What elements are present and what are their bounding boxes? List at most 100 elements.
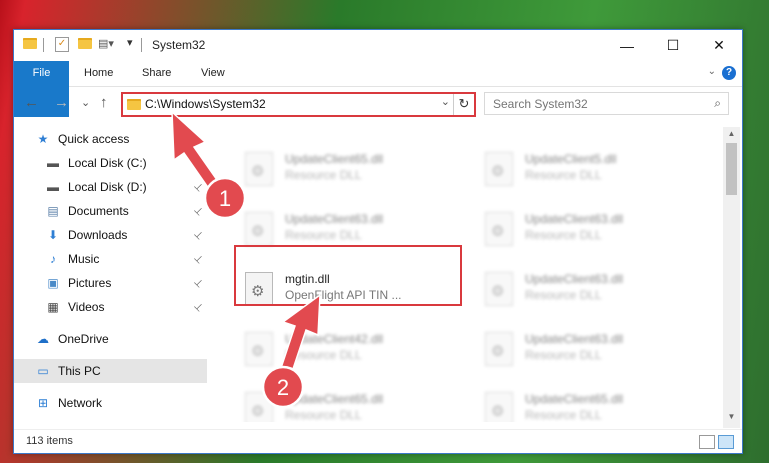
- folder-icon: [127, 99, 141, 110]
- sidebar-item-label: Quick access: [58, 132, 130, 146]
- dll-file-icon: [485, 392, 513, 422]
- details-view-icon[interactable]: [699, 435, 715, 449]
- large-icons-view-icon[interactable]: [718, 435, 734, 449]
- file-name: UpdateClient63.dll: [285, 212, 384, 226]
- file-item[interactable]: UpdateClient5.dll Resource DLL: [475, 144, 705, 200]
- star-icon: ★: [37, 132, 49, 146]
- file-description: Resource DLL: [525, 168, 602, 182]
- dll-file-icon: [485, 332, 513, 366]
- file-item[interactable]: UpdateClient63.dll Resource DLL: [475, 264, 705, 320]
- item-count: 113 items: [26, 435, 73, 447]
- pin-icon: ⊥: [191, 276, 206, 290]
- network-icon: ⊞: [37, 396, 49, 410]
- tab-share[interactable]: Share: [142, 61, 171, 86]
- dll-file-icon: [245, 332, 273, 366]
- file-name: UpdateClient63.dll: [525, 332, 624, 346]
- up-arrow-icon[interactable]: ↑: [100, 94, 108, 111]
- properties-icon[interactable]: ✓: [55, 37, 69, 52]
- search-input[interactable]: [491, 96, 695, 112]
- maximize-button[interactable]: ☐: [650, 30, 696, 61]
- file-name: UpdateClient42.dll: [285, 332, 384, 346]
- folder-icon: [23, 38, 37, 49]
- sidebar-item-network[interactable]: ⊞ Network: [14, 391, 207, 415]
- sidebar-item-downloads[interactable]: ⬇ Downloads ⊥: [14, 223, 207, 247]
- address-bar[interactable]: C:\Windows\System32 ⌄ ↻: [121, 92, 476, 117]
- help-icon[interactable]: ?: [722, 66, 736, 80]
- file-description: Resource DLL: [525, 408, 602, 422]
- sidebar-item-label: Documents: [68, 204, 129, 218]
- divider: [141, 38, 142, 52]
- sidebar-item-quick-access[interactable]: ★ Quick access: [14, 127, 207, 151]
- recent-locations-icon[interactable]: ⌄: [81, 96, 90, 109]
- sidebar-item-label: Videos: [68, 300, 105, 314]
- sidebar-item-pictures[interactable]: ▣ Pictures ⊥: [14, 271, 207, 295]
- sidebar-item-label: OneDrive: [58, 332, 109, 346]
- file-item[interactable]: UpdateClient65.dll Resource DLL: [235, 144, 465, 200]
- pin-icon: ⊥: [191, 252, 206, 266]
- ribbon: File Home Share View ⌄ ?: [14, 61, 742, 117]
- file-description: Resource DLL: [525, 288, 602, 302]
- dll-file-icon: [245, 212, 273, 246]
- file-item[interactable]: UpdateClient65.dll Resource DLL: [235, 384, 465, 422]
- navigation-pane: ★ Quick access ▬ Local Disk (C:) ⊥ ▬ Local Dis…: [14, 127, 207, 422]
- tab-view[interactable]: View: [201, 61, 225, 86]
- address-path[interactable]: C:\Windows\System32: [145, 97, 266, 111]
- toolbar-dropdown-icon[interactable]: ▾: [127, 36, 133, 49]
- dll-file-icon: [245, 152, 273, 186]
- dll-file-icon: [485, 212, 513, 246]
- drive-icon: ▬: [47, 156, 59, 170]
- file-name: UpdateClient65.dll: [285, 152, 384, 166]
- sidebar-item-label: Downloads: [68, 228, 128, 242]
- file-name: UpdateClient63.dll: [525, 212, 624, 226]
- sidebar-item-local-disk-c[interactable]: ▬ Local Disk (C:) ⊥: [14, 151, 207, 175]
- explorer-window: ✓ ▤▾ ▾ System32 — ☐ ✕ File Home Share Vi…: [13, 29, 743, 454]
- sidebar-item-documents[interactable]: ▤ Documents ⊥: [14, 199, 207, 223]
- search-box[interactable]: ⌕: [484, 92, 729, 115]
- search-icon[interactable]: ⌕: [714, 96, 721, 111]
- sidebar-item-music[interactable]: ♪ Music ⊥: [14, 247, 207, 271]
- minimize-button[interactable]: —: [604, 30, 650, 61]
- documents-icon: ▤: [47, 204, 59, 218]
- address-dropdown-icon[interactable]: ⌄: [441, 95, 450, 108]
- drive-icon: ▬: [47, 180, 59, 194]
- sidebar-item-onedrive[interactable]: ☁ OneDrive: [14, 327, 207, 351]
- pin-icon: ⊥: [191, 300, 206, 314]
- file-item[interactable]: UpdateClient65.dll Resource DLL: [475, 384, 705, 422]
- file-item[interactable]: UpdateClient63.dll Resource DLL: [475, 324, 705, 380]
- file-description: Resource DLL: [525, 348, 602, 362]
- sidebar-item-label: This PC: [58, 364, 101, 378]
- sidebar-item-label: Network: [58, 396, 103, 410]
- scroll-down-icon[interactable]: ▼: [723, 412, 740, 426]
- new-folder-icon[interactable]: [78, 38, 92, 49]
- refresh-icon[interactable]: ↻: [453, 94, 474, 115]
- dll-file-icon: [485, 152, 513, 186]
- highlight-box: [234, 245, 462, 306]
- vertical-scrollbar[interactable]: ▲ ▼: [723, 127, 740, 428]
- scroll-thumb[interactable]: [726, 143, 737, 195]
- window-title: System32: [152, 38, 206, 52]
- dll-file-icon: [245, 392, 273, 422]
- customize-toolbar-icon[interactable]: ▤▾: [98, 37, 114, 50]
- sidebar-item-label: Local Disk (D:): [68, 180, 147, 194]
- pin-icon: ⊥: [191, 228, 206, 242]
- back-arrow-icon[interactable]: ←: [24, 94, 39, 111]
- sidebar-item-local-disk-d[interactable]: ▬ Local Disk (D:) ⊥: [14, 175, 207, 199]
- sidebar-item-label: Local Disk (C:): [68, 156, 147, 170]
- close-button[interactable]: ✕: [696, 30, 742, 61]
- file-name: UpdateClient65.dll: [525, 392, 624, 406]
- sidebar-item-this-pc[interactable]: ▭ This PC: [14, 359, 207, 383]
- sidebar-item-videos[interactable]: ▦ Videos ⊥: [14, 295, 207, 319]
- pin-icon: ⊥: [191, 180, 206, 194]
- file-item[interactable]: UpdateClient63.dll Resource DLL: [475, 204, 705, 260]
- pin-icon: ⊥: [191, 156, 206, 170]
- scroll-up-icon[interactable]: ▲: [723, 129, 740, 143]
- file-description: Resource DLL: [285, 348, 362, 362]
- file-name: UpdateClient63.dll: [525, 272, 624, 286]
- music-icon: ♪: [50, 252, 56, 266]
- forward-arrow-icon[interactable]: →: [54, 94, 69, 111]
- title-bar: ✓ ▤▾ ▾ System32 — ☐ ✕: [14, 30, 742, 61]
- file-item[interactable]: UpdateClient42.dll Resource DLL: [235, 324, 465, 380]
- tab-home[interactable]: Home: [84, 61, 113, 86]
- expand-ribbon-icon[interactable]: ⌄: [708, 66, 716, 77]
- file-name: UpdateClient5.dll: [525, 152, 617, 166]
